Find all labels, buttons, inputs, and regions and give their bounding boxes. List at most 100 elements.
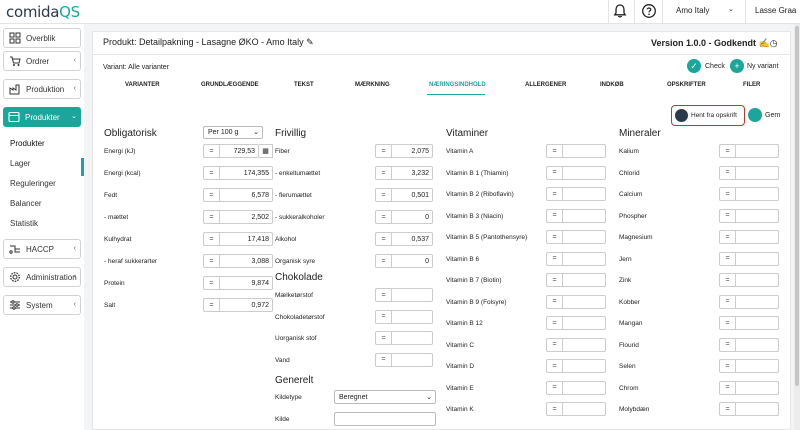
value-input[interactable]: 0 xyxy=(391,254,433,268)
sidebar-item-overblik[interactable]: Overblik xyxy=(3,28,81,48)
value-input[interactable] xyxy=(735,208,779,223)
kilde-input[interactable] xyxy=(334,412,436,426)
value-input[interactable] xyxy=(562,316,606,330)
equals-toggle[interactable]: = xyxy=(203,166,219,180)
value-input[interactable] xyxy=(562,359,606,373)
equals-toggle[interactable]: = xyxy=(546,359,562,373)
value-input[interactable] xyxy=(735,251,779,266)
value-input[interactable] xyxy=(735,402,779,416)
value-input[interactable] xyxy=(562,402,606,416)
value-input[interactable]: 6,578 xyxy=(219,188,273,202)
equals-toggle[interactable]: = xyxy=(546,144,562,158)
value-input[interactable] xyxy=(562,144,606,158)
sidebar-item-administration[interactable]: Administration ‹ xyxy=(3,267,81,287)
value-input[interactable] xyxy=(562,294,606,309)
scrollbar[interactable] xyxy=(794,24,800,430)
value-input[interactable] xyxy=(735,144,779,158)
tab-indkoeb[interactable]: INDKØB xyxy=(600,82,624,88)
equals-toggle[interactable]: = xyxy=(203,232,219,246)
tab-filer[interactable]: FILER xyxy=(743,82,760,88)
value-input[interactable] xyxy=(735,359,779,373)
value-input[interactable] xyxy=(391,352,433,367)
equals-toggle[interactable]: = xyxy=(375,166,391,180)
check-button[interactable]: Check xyxy=(705,63,725,70)
sub-item-statistik[interactable]: Statistik xyxy=(10,219,38,228)
value-input[interactable] xyxy=(735,316,779,330)
equals-toggle[interactable]: = xyxy=(719,380,735,395)
value-input[interactable] xyxy=(391,331,433,345)
equals-toggle[interactable]: = xyxy=(546,230,562,244)
user-menu[interactable]: Lasse Graa xyxy=(755,6,796,15)
tab-varianter[interactable]: VARIANTER xyxy=(125,82,160,88)
equals-toggle[interactable]: = xyxy=(375,188,391,202)
app-logo[interactable]: comidaQS xyxy=(6,3,80,21)
sub-item-reguleringer[interactable]: Reguleringer xyxy=(10,179,56,188)
plus-icon[interactable]: + xyxy=(730,59,744,73)
value-input[interactable]: 9,874 xyxy=(219,276,273,290)
equals-toggle[interactable]: = xyxy=(375,331,391,345)
equals-toggle[interactable]: = xyxy=(375,352,391,367)
sub-item-balancer[interactable]: Balancer xyxy=(10,199,42,208)
sign-icon[interactable]: ✍ xyxy=(759,38,770,48)
sidebar-item-system[interactable]: System ‹ xyxy=(3,295,81,315)
fetch-from-recipe-button[interactable]: Hent fra opskrift xyxy=(671,105,745,126)
equals-toggle[interactable]: = xyxy=(203,188,219,202)
equals-toggle[interactable]: = xyxy=(375,210,391,224)
company-selector[interactable]: Amo Italy xyxy=(676,6,709,15)
value-input[interactable]: 3,088 xyxy=(219,254,273,268)
equals-toggle[interactable]: = xyxy=(203,276,219,290)
value-input[interactable] xyxy=(735,380,779,395)
equals-toggle[interactable]: = xyxy=(375,144,391,158)
tab-allergener[interactable]: ALLERGENER xyxy=(525,82,566,88)
value-input[interactable]: 3,232 xyxy=(391,166,433,180)
equals-toggle[interactable]: = xyxy=(719,273,735,287)
equals-toggle[interactable]: = xyxy=(546,380,562,395)
equals-toggle[interactable]: = xyxy=(546,294,562,309)
value-input[interactable]: 174,355 xyxy=(219,166,273,180)
new-variant-button[interactable]: Ny variant xyxy=(747,63,779,70)
equals-toggle[interactable]: = xyxy=(375,232,391,246)
equals-toggle[interactable]: = xyxy=(546,273,562,287)
equals-toggle[interactable]: = xyxy=(546,165,562,180)
equals-toggle[interactable]: = xyxy=(719,337,735,352)
value-input[interactable]: 0,537 xyxy=(391,232,433,246)
value-input[interactable] xyxy=(735,337,779,352)
value-input[interactable] xyxy=(735,273,779,287)
value-input[interactable]: 2,075 xyxy=(391,144,433,158)
equals-toggle[interactable]: = xyxy=(546,402,562,416)
value-input[interactable]: 729,53 xyxy=(219,144,259,158)
edit-icon[interactable]: ✎ xyxy=(306,37,314,47)
value-input[interactable]: 0 xyxy=(391,210,433,224)
value-input[interactable] xyxy=(735,187,779,201)
sub-item-lager[interactable]: Lager xyxy=(10,159,30,168)
equals-toggle[interactable]: = xyxy=(719,251,735,266)
value-input[interactable] xyxy=(562,187,606,201)
value-input[interactable] xyxy=(391,288,433,302)
equals-toggle[interactable]: = xyxy=(719,316,735,330)
value-input[interactable] xyxy=(735,165,779,180)
equals-toggle[interactable]: = xyxy=(375,288,391,302)
sidebar-item-produkter[interactable]: Produkter ⌄ xyxy=(3,107,81,127)
equals-toggle[interactable]: = xyxy=(719,165,735,180)
sidebar-item-produktion[interactable]: Produktion ‹ xyxy=(3,79,81,99)
kildetype-select[interactable]: Beregnet ⌄ xyxy=(334,390,436,404)
equals-toggle[interactable]: = xyxy=(375,309,391,324)
equals-toggle[interactable]: = xyxy=(719,230,735,244)
tab-grundlaeggende[interactable]: GRUNDLÆGGENDE xyxy=(201,82,259,88)
equals-toggle[interactable]: = xyxy=(203,298,219,312)
sub-item-produkter[interactable]: Produkter xyxy=(10,139,45,148)
history-icon[interactable]: ◷ xyxy=(770,38,778,48)
save-icon[interactable] xyxy=(748,108,762,122)
value-input[interactable] xyxy=(562,208,606,223)
tab-naeringsindhold[interactable]: NÆRINGSINDHOLD xyxy=(429,82,486,88)
value-input[interactable]: 17,418 xyxy=(219,232,273,246)
equals-toggle[interactable]: = xyxy=(546,208,562,223)
equals-toggle[interactable]: = xyxy=(719,144,735,158)
value-input[interactable] xyxy=(391,309,433,324)
calculator-icon[interactable]: ▦ xyxy=(259,144,273,158)
value-input[interactable] xyxy=(562,337,606,352)
save-button[interactable]: Gem xyxy=(765,112,780,119)
variant-selector[interactable]: Variant: Alle varianter xyxy=(103,64,169,71)
equals-toggle[interactable]: = xyxy=(719,359,735,373)
equals-toggle[interactable]: = xyxy=(203,254,219,268)
